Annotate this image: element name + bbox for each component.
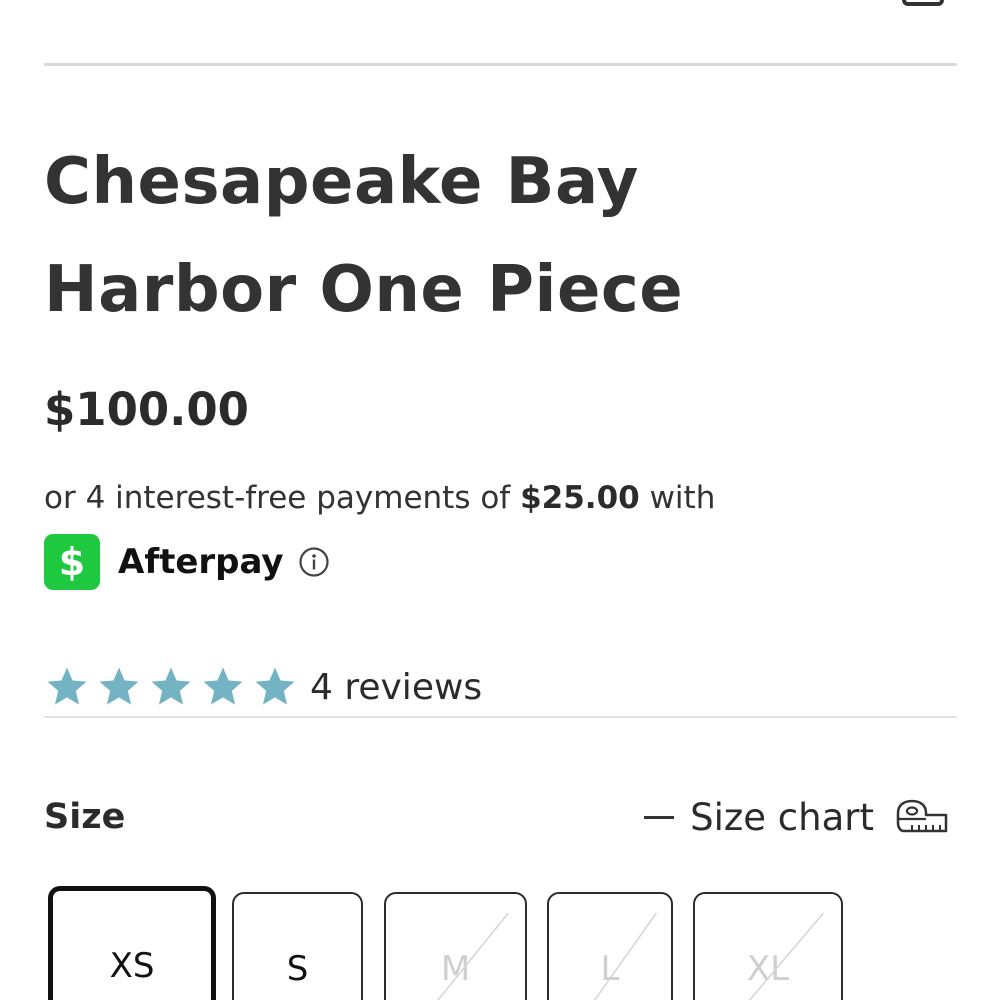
installment-suffix: with (639, 480, 716, 516)
star-icon (99, 667, 139, 705)
rating-row[interactable]: 4 reviews (44, 660, 482, 714)
star-icon (203, 667, 243, 705)
info-icon[interactable] (298, 546, 330, 578)
star-icon (255, 667, 295, 705)
size-option-s[interactable]: S (232, 892, 363, 1000)
size-chart-label: Size chart (690, 795, 874, 839)
size-option-m[interactable]: M (384, 892, 527, 1000)
size-option-xl[interactable]: XL (693, 892, 843, 1000)
installment-prefix: or 4 interest-free payments of (44, 480, 521, 516)
size-label: Size (44, 797, 126, 837)
star-icon (151, 667, 191, 705)
product-price: $100.00 (44, 383, 249, 436)
size-option-label: S (286, 949, 309, 989)
product-title: Chesapeake Bay Harbor One Piece (44, 128, 944, 344)
product-title-line1: Chesapeake Bay (44, 145, 639, 219)
unavailable-slash-icon (549, 894, 671, 1000)
rating-divider (44, 716, 957, 718)
unavailable-slash-icon (386, 894, 525, 1000)
unavailable-slash-icon (695, 894, 841, 1000)
star-icon (47, 667, 87, 705)
afterpay-row: $ Afterpay (44, 534, 330, 590)
measuring-tape-icon (896, 799, 948, 833)
header-divider (44, 63, 957, 66)
product-page: Chesapeake Bay Harbor One Piece $100.00 … (0, 0, 1000, 1000)
size-option-xs[interactable]: XS (48, 886, 216, 1000)
afterpay-label: Afterpay (118, 542, 284, 582)
size-option-l[interactable]: L (547, 892, 673, 1000)
cash-app-logo-icon: $ (44, 534, 100, 590)
size-option-label: XS (109, 946, 155, 986)
installment-text: or 4 interest-free payments of $25.00 wi… (44, 476, 715, 520)
cart-icon[interactable] (902, 0, 944, 6)
installment-amount: $25.00 (520, 480, 640, 516)
reviews-link[interactable]: 4 reviews (310, 667, 482, 708)
size-chart-link[interactable]: Size chart (644, 792, 950, 842)
star-rating (44, 664, 304, 710)
dash-icon (644, 815, 675, 819)
product-title-line2: Harbor One Piece (44, 253, 684, 327)
